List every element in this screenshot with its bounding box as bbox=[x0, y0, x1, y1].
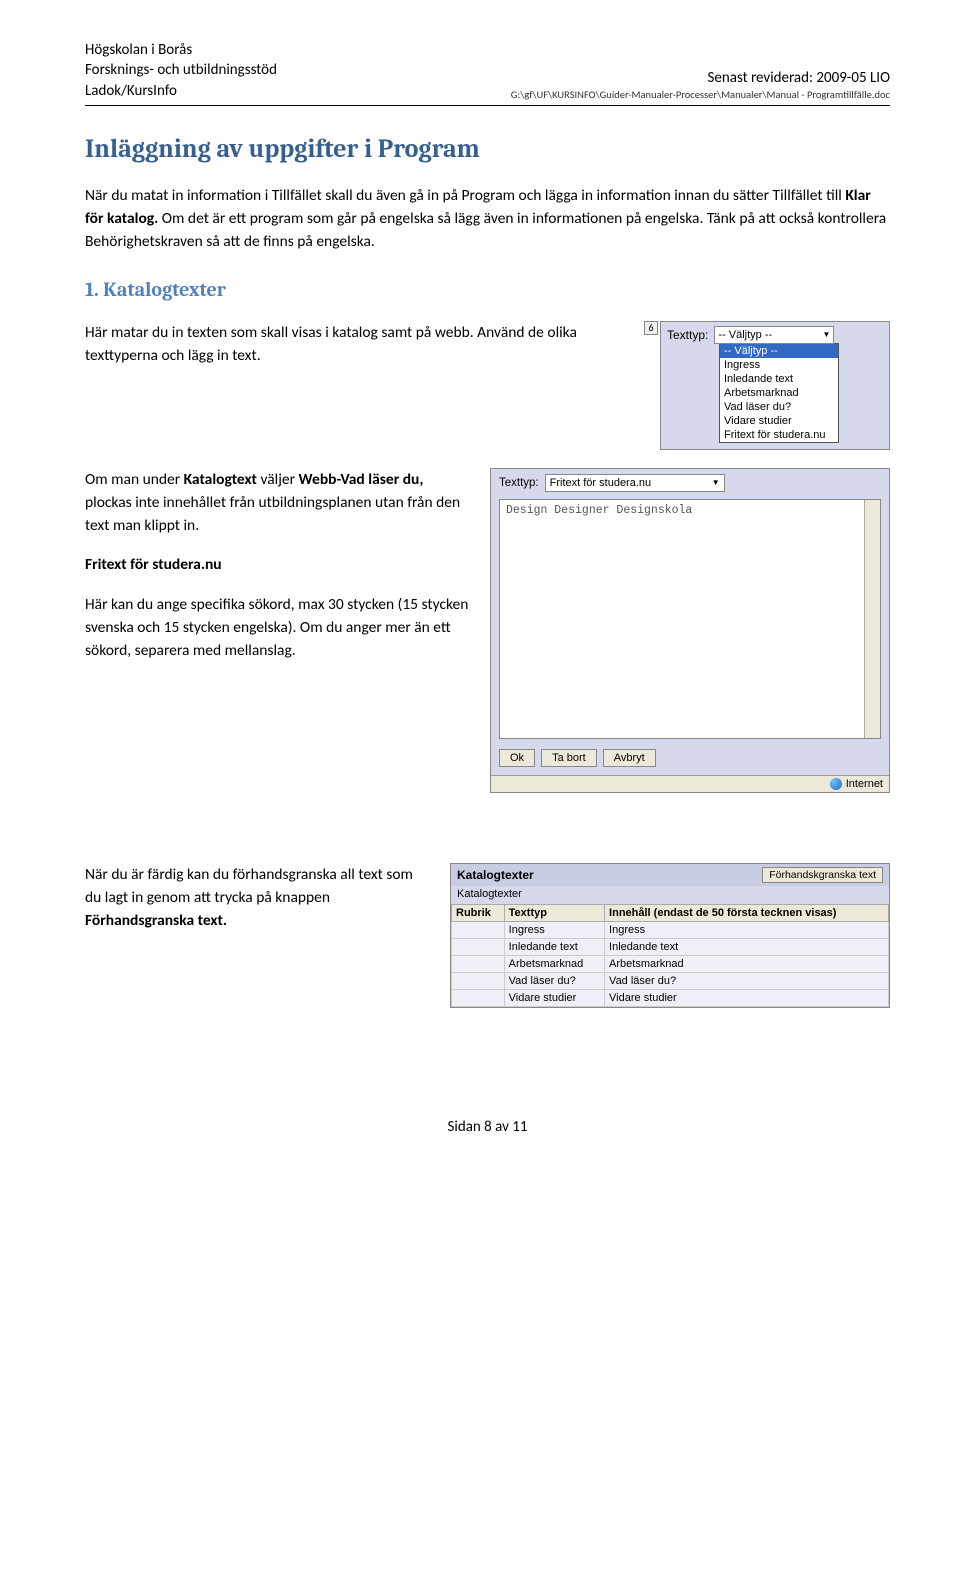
header-path: G:\gf\UF\KURSINFO\Guider-Manualer-Proces… bbox=[511, 88, 890, 101]
katalogtexter-table: Rubrik Texttyp Innehåll (endast de 50 fö… bbox=[451, 904, 889, 1007]
texttyp-select-2[interactable]: Fritext för studera.nu ▼ bbox=[545, 474, 725, 492]
col-rubrik: Rubrik bbox=[452, 904, 505, 921]
texttyp-option[interactable]: Fritext för studera.nu bbox=[720, 428, 838, 442]
p6-pre: När du är färdig kan du förhandsgranska … bbox=[85, 865, 413, 907]
screenshot-texttyp-dropdown: 6 Texttyp: -- Väljtyp -- ▼ -- Väljtyp --… bbox=[644, 321, 890, 450]
step-number: 6 bbox=[644, 321, 658, 335]
divider bbox=[85, 105, 890, 106]
page-footer: Sidan 8 av 11 bbox=[85, 1118, 890, 1136]
cancel-button[interactable]: Avbryt bbox=[603, 749, 656, 767]
p3-b1: Katalogtext bbox=[184, 470, 257, 489]
chevron-down-icon: ▼ bbox=[822, 330, 830, 339]
scrollbar[interactable] bbox=[864, 500, 880, 738]
p3-mid1: väljer bbox=[257, 470, 299, 489]
texttyp-options-list[interactable]: -- Väljtyp -- Ingress Inledande text Arb… bbox=[719, 343, 839, 443]
intro-post: Om det är ett program som går på engelsk… bbox=[85, 209, 886, 251]
intro-paragraph: När du matat in information i Tillfället… bbox=[85, 184, 890, 254]
header-revised: Senast reviderad: 2009-05 LIO bbox=[511, 69, 890, 87]
texttyp-option[interactable]: Vad läser du? bbox=[720, 400, 838, 414]
texttyp-selected-2: Fritext för studera.nu bbox=[550, 477, 652, 489]
delete-button[interactable]: Ta bort bbox=[541, 749, 597, 767]
katalogtexter-sub: Katalogtexter bbox=[451, 886, 889, 904]
ok-button[interactable]: Ok bbox=[499, 749, 535, 767]
preview-text-button[interactable]: Förhandskgranska text bbox=[762, 867, 883, 883]
header-org2: Forsknings- och utbildningsstöd bbox=[85, 60, 277, 80]
texttyp-option[interactable]: Arbetsmarknad bbox=[720, 386, 838, 400]
page-title: Inläggning av uppgifter i Program bbox=[85, 134, 890, 164]
intro-pre: När du matat in information i Tillfället… bbox=[85, 186, 845, 205]
header-org3: Ladok/KursInfo bbox=[85, 81, 277, 101]
p2: Här matar du in texten som skall visas i… bbox=[85, 321, 626, 368]
p3: Om man under Katalogtext väljer Webb-Vad… bbox=[85, 468, 472, 538]
p3-b2: Webb-Vad läser du, bbox=[299, 470, 424, 489]
table-row: IngressIngress bbox=[452, 921, 889, 938]
texttyp-option[interactable]: Ingress bbox=[720, 358, 838, 372]
fritext-textarea[interactable]: Design Designer Designskola bbox=[499, 499, 881, 739]
texttyp-option[interactable]: -- Väljtyp -- bbox=[720, 344, 838, 358]
table-row: Inledande textInledande text bbox=[452, 938, 889, 955]
screenshot-katalogtexter-table: Katalogtexter Förhandskgranska text Kata… bbox=[450, 863, 890, 1008]
status-internet: Internet bbox=[846, 778, 883, 790]
section-katalogtexter: 1. Katalogtexter bbox=[85, 278, 890, 301]
texttyp-select[interactable]: -- Väljtyp -- ▼ bbox=[714, 326, 834, 344]
table-row: Vidare studierVidare studier bbox=[452, 989, 889, 1006]
texttyp-label: Texttyp: bbox=[667, 328, 708, 342]
col-texttyp: Texttyp bbox=[504, 904, 604, 921]
p3-post: plockas inte innehållet från utbildnings… bbox=[85, 493, 460, 535]
p6-bold: Förhandsgranska text. bbox=[85, 911, 227, 930]
fritext-value: Design Designer Designskola bbox=[506, 504, 692, 517]
texttyp-selected: -- Väljtyp -- bbox=[718, 329, 772, 341]
screenshot-fritext-editor: Texttyp: Fritext för studera.nu ▼ Design… bbox=[490, 468, 890, 793]
chevron-down-icon: ▼ bbox=[712, 478, 720, 487]
katalogtexter-header: Katalogtexter bbox=[457, 868, 534, 882]
table-row: Vad läser du?Vad läser du? bbox=[452, 972, 889, 989]
internet-icon bbox=[830, 778, 842, 790]
texttyp-option[interactable]: Inledande text bbox=[720, 372, 838, 386]
texttyp-option[interactable]: Vidare studier bbox=[720, 414, 838, 428]
header-org1: Högskolan i Borås bbox=[85, 40, 277, 60]
p3-pre: Om man under bbox=[85, 470, 184, 489]
table-row: ArbetsmarknadArbetsmarknad bbox=[452, 955, 889, 972]
p4-fritext-heading: Fritext för studera.nu bbox=[85, 553, 472, 576]
texttyp-label-2: Texttyp: bbox=[499, 477, 539, 489]
col-innehall: Innehåll (endast de 50 första tecknen vi… bbox=[605, 904, 889, 921]
p6: När du är färdig kan du förhandsgranska … bbox=[85, 863, 432, 933]
p5: Här kan du ange specifika sökord, max 30… bbox=[85, 593, 472, 663]
